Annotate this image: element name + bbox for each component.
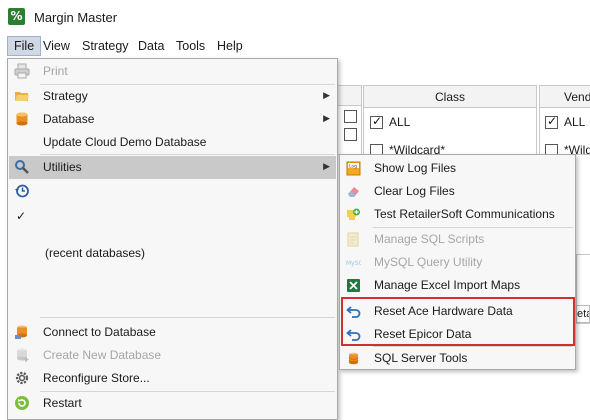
util-mysql-query-label: MySQL Query Utility	[374, 255, 483, 269]
util-excel-maps[interactable]: Manage Excel Import Maps	[341, 274, 574, 297]
gear-icon	[14, 370, 30, 386]
new-database-icon	[14, 347, 30, 363]
submenu-arrow-icon: ▶	[323, 91, 330, 101]
folder-open-icon	[14, 88, 30, 104]
separator	[40, 317, 335, 318]
file-history[interactable]	[9, 180, 336, 202]
util-sql-server[interactable]: SQL Server Tools	[341, 347, 574, 370]
eraser-icon	[346, 184, 361, 199]
title-bar: % Margin Master	[0, 0, 590, 34]
excel-icon	[346, 278, 361, 293]
util-mysql-query[interactable]: MySQL MySQL Query Utility	[341, 251, 574, 274]
file-menu-dropdown: Print Strategy ▶ Database ▶ Update Cloud…	[7, 58, 338, 420]
menu-strategy[interactable]: Strategy	[76, 36, 135, 56]
printer-icon	[14, 63, 30, 79]
util-excel-maps-label: Manage Excel Import Maps	[374, 278, 521, 292]
file-restart-label: Restart	[43, 396, 82, 410]
file-database[interactable]: Database ▶	[9, 108, 336, 130]
file-update-cloud[interactable]: Update Cloud Demo Database	[9, 131, 336, 153]
util-show-log[interactable]: Log Show Log Files	[341, 157, 574, 180]
util-sql-server-label: SQL Server Tools	[374, 351, 468, 365]
menu-tools[interactable]: Tools	[170, 36, 211, 56]
util-manage-sql-label: Manage SQL Scripts	[374, 232, 485, 246]
util-test-comm-label: Test RetailerSoft Communications	[374, 207, 555, 221]
sql-server-icon	[346, 351, 361, 366]
log-file-icon: Log	[346, 161, 361, 176]
separator	[40, 154, 335, 155]
file-database-label: Database	[43, 112, 95, 126]
file-utilities-label: Utilities	[43, 160, 82, 174]
file-connect-database[interactable]: Connect to Database	[9, 321, 336, 343]
svg-text:Log: Log	[349, 164, 357, 170]
util-clear-log[interactable]: Clear Log Files	[341, 180, 574, 203]
file-checked-item[interactable]: ✓	[9, 204, 336, 226]
file-create-database[interactable]: Create New Database	[9, 344, 336, 366]
class-row-all[interactable]: ALL	[370, 114, 411, 129]
class-list-panel: Class ALL *Wildcard*	[363, 85, 537, 157]
partial-field[interactable]: eta	[576, 305, 590, 323]
util-clear-log-label: Clear Log Files	[374, 184, 455, 198]
util-manage-sql[interactable]: Manage SQL Scripts	[341, 228, 574, 251]
vendor-all-label: ALL	[564, 115, 586, 129]
vendor-header: Vend	[540, 86, 590, 108]
file-recent-databases: (recent databases)	[9, 242, 336, 264]
file-reconfigure-store[interactable]: Reconfigure Store...	[9, 367, 336, 389]
vendor-list-panel: Vend ALL *Wildca	[539, 85, 590, 157]
file-create-label: Create New Database	[43, 348, 162, 362]
util-test-comm[interactable]: Test RetailerSoft Communications	[341, 203, 574, 226]
strategy-checkbox[interactable]	[344, 110, 357, 123]
file-connect-label: Connect to Database	[43, 325, 156, 339]
submenu-arrow-icon: ▶	[323, 162, 330, 172]
reset-items-highlight	[341, 297, 575, 346]
file-strategy[interactable]: Strategy ▶	[9, 85, 336, 107]
checkmark-icon: ✓	[16, 209, 27, 223]
history-icon	[14, 183, 30, 199]
file-update-cloud-label: Update Cloud Demo Database	[43, 135, 207, 149]
file-print[interactable]: Print	[9, 60, 336, 82]
restart-icon	[14, 395, 30, 411]
mysql-icon: MySQL	[346, 255, 367, 270]
menu-bar: File View Strategy Data Tools Help	[0, 34, 590, 58]
vendor-row-all[interactable]: ALL	[545, 114, 586, 129]
app-logo-icon: %	[8, 8, 25, 25]
menu-view[interactable]: View	[37, 36, 76, 56]
menu-help[interactable]: Help	[211, 36, 249, 56]
connect-database-icon	[14, 324, 30, 340]
database-icon	[14, 111, 30, 127]
file-strategy-label: Strategy	[43, 89, 88, 103]
class-header: Class	[364, 86, 536, 108]
util-show-log-label: Show Log Files	[374, 161, 457, 175]
wrench-icon	[14, 159, 30, 175]
svg-text:MySQL: MySQL	[346, 260, 361, 267]
file-restart[interactable]: Restart	[9, 392, 336, 414]
submenu-arrow-icon: ▶	[323, 114, 330, 124]
strategy-checkbox-2[interactable]	[344, 128, 357, 141]
class-all-checkbox[interactable]	[370, 114, 383, 129]
file-print-label: Print	[43, 64, 68, 78]
sql-scripts-icon	[346, 232, 361, 247]
vendor-all-checkbox[interactable]	[545, 114, 558, 129]
class-all-label: ALL	[389, 115, 411, 129]
recent-databases-label: (recent databases)	[45, 246, 146, 260]
file-reconfigure-label: Reconfigure Store...	[43, 371, 150, 385]
menu-data[interactable]: Data	[132, 36, 170, 56]
file-utilities[interactable]: Utilities ▶	[9, 156, 336, 179]
window-title: Margin Master	[34, 10, 118, 25]
communication-test-icon	[346, 207, 361, 222]
